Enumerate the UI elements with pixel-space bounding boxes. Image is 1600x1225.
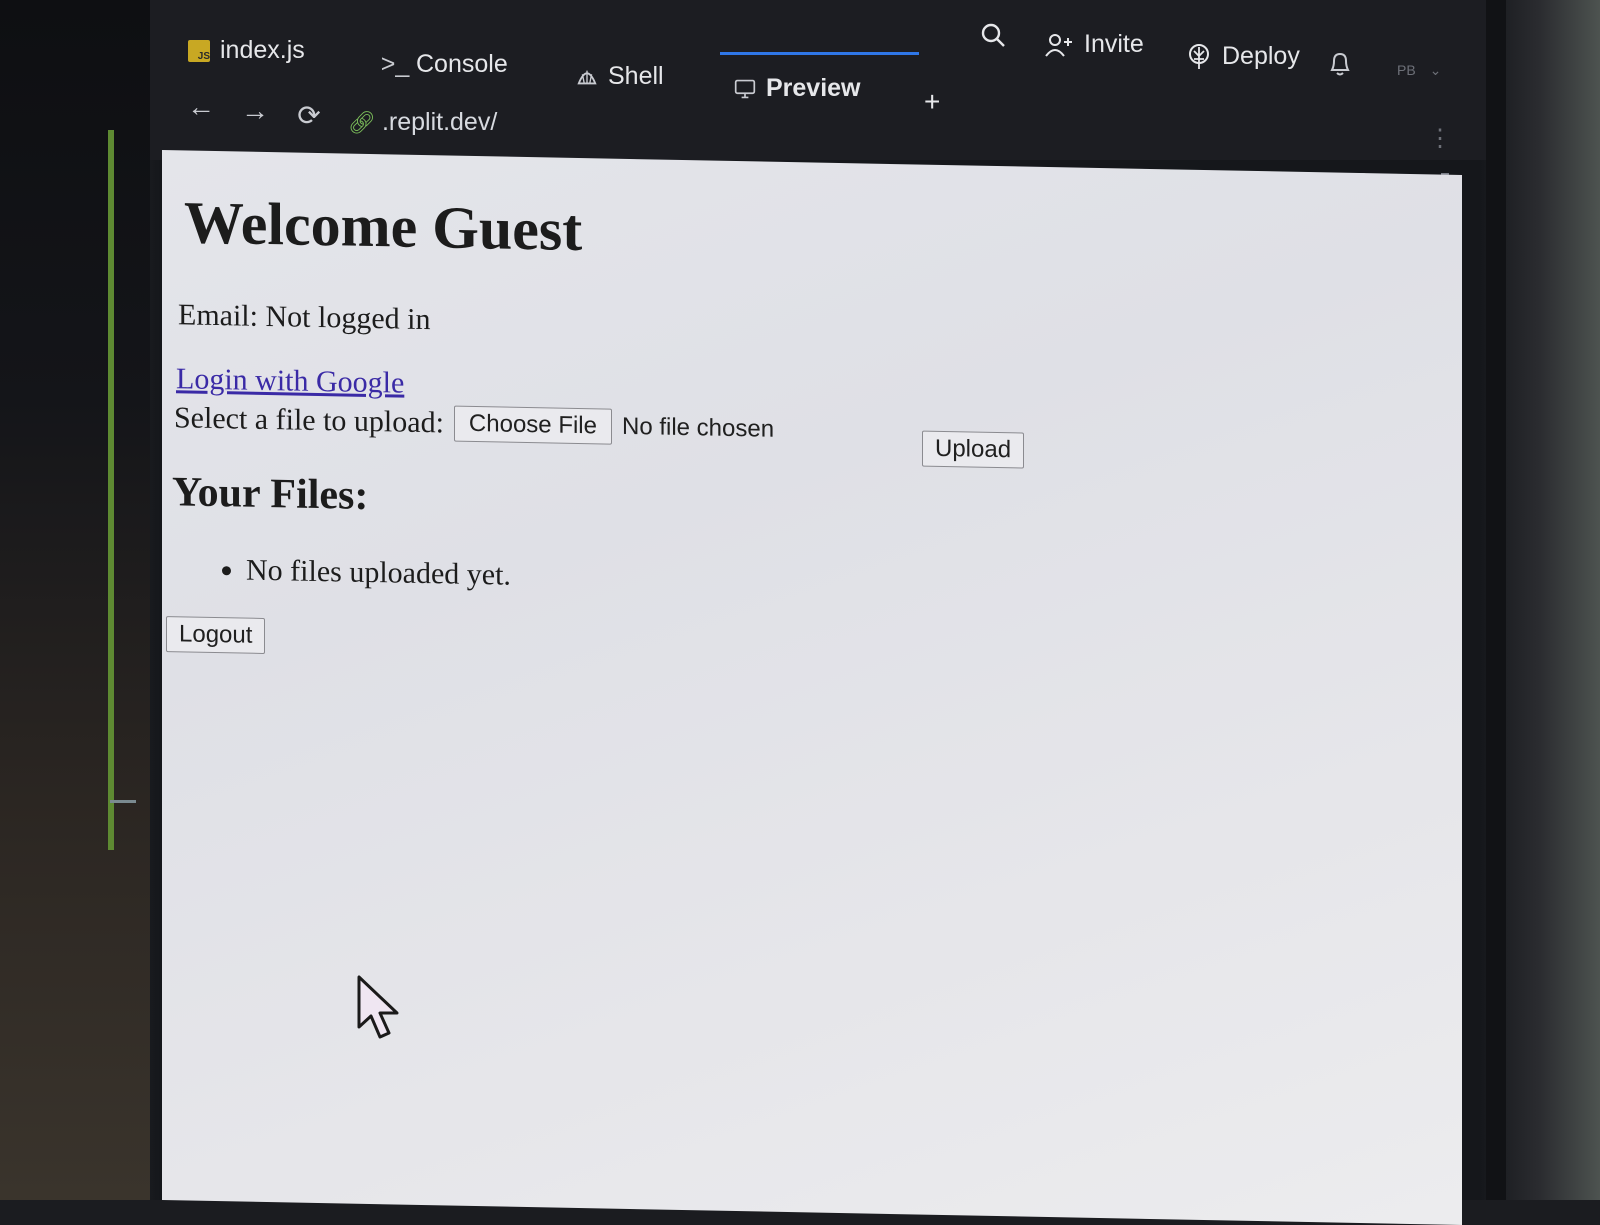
mouse-pointer-icon — [357, 975, 399, 1039]
chevron-down-icon: ⌄ — [1429, 62, 1442, 78]
login-with-google-link[interactable]: Login with Google — [176, 362, 404, 400]
replit-workspace-header: JS index.js >_ Console Shell Preview + I… — [150, 0, 1500, 160]
javascript-file-icon: JS — [188, 39, 210, 62]
search-icon — [981, 23, 1005, 47]
deploy-label: Deploy — [1222, 42, 1300, 70]
plus-icon: + — [924, 86, 941, 117]
tab-shell[interactable]: Shell — [576, 62, 664, 91]
file-status-text: No file chosen — [621, 412, 775, 443]
invite-button[interactable]: Invite — [1044, 30, 1144, 59]
bell-icon — [1330, 52, 1350, 76]
avatar[interactable]: PB ⌄ — [1397, 62, 1441, 79]
more-options-icon[interactable]: ⋮ — [1428, 124, 1452, 153]
gutter-tick — [110, 800, 136, 803]
reload-button[interactable]: ⟳ — [294, 99, 324, 131]
address-bar[interactable]: 🔗︎ .replit.dev/ — [348, 108, 497, 137]
monitor-bezel — [1486, 0, 1506, 1200]
tab-index-js[interactable]: JS index.js — [188, 36, 305, 65]
monitor-icon — [734, 78, 756, 100]
choose-file-button[interactable]: Choose File — [453, 405, 612, 445]
notifications-button[interactable] — [1328, 50, 1352, 78]
logout-button[interactable]: Logout — [166, 616, 266, 654]
deploy-button[interactable]: Deploy — [1186, 42, 1300, 71]
arrow-left-icon: ← — [187, 91, 215, 122]
email-status: Email: Not logged in — [178, 298, 431, 337]
tab-preview[interactable]: Preview — [720, 52, 918, 103]
new-tab-button[interactable]: + — [924, 86, 940, 118]
tab-label: Shell — [608, 62, 664, 90]
upload-form: Select a file to upload: Choose File No … — [174, 400, 774, 448]
search-button[interactable] — [980, 22, 1006, 48]
tab-label: index.js — [220, 36, 305, 64]
tab-console[interactable]: >_ Console — [380, 50, 508, 79]
add-user-icon — [1045, 33, 1072, 57]
reload-icon: ⟳ — [297, 99, 321, 131]
gutter-indicator — [108, 130, 114, 850]
page-title: Welcome Guest — [184, 189, 583, 264]
terminal-icon: >_ — [380, 50, 410, 78]
photo-background: JS index.js >_ Console Shell Preview + I… — [0, 0, 1600, 1225]
invite-label: Invite — [1084, 30, 1144, 58]
web-preview: Welcome Guest Email: Not logged in Login… — [162, 150, 1462, 1225]
deploy-icon — [1189, 43, 1209, 69]
link-icon: 🔗︎ — [348, 109, 376, 135]
files-list: No files uploaded yet. — [210, 553, 511, 593]
list-item: No files uploaded yet. — [246, 554, 511, 593]
upload-button[interactable]: Upload — [922, 430, 1025, 469]
upload-prompt-label: Select a file to upload: — [174, 401, 444, 440]
arrow-right-icon: → — [241, 95, 269, 126]
files-heading: Your Files: — [172, 469, 369, 519]
back-button[interactable]: ← — [186, 91, 216, 122]
url-text: .replit.dev/ — [381, 108, 498, 136]
shell-icon — [576, 66, 598, 88]
tab-label: Console — [416, 50, 508, 78]
editor-gutter — [0, 0, 150, 1200]
forward-button[interactable]: → — [240, 95, 270, 126]
tab-label: Preview — [766, 74, 861, 102]
